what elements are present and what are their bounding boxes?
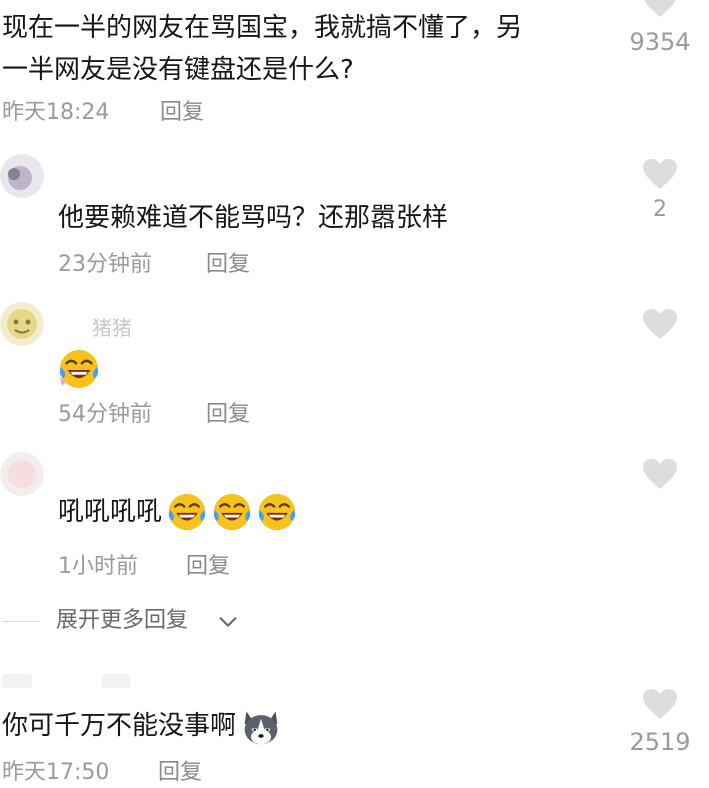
reply-button[interactable]: 回复 (186, 552, 230, 582)
reply-time: 23分钟前 (58, 252, 152, 277)
reply-time: 1小时前 (58, 554, 138, 579)
like-count: 2519 (629, 728, 691, 756)
comment-header-strip (2, 670, 132, 694)
avatar[interactable] (0, 302, 44, 346)
reply-button[interactable]: 回复 (206, 250, 250, 280)
comment-1: 现在一半的网友在骂国宝，我就搞不懂了，另 一半网友是没有键盘还是什么? 昨天18… (0, 0, 709, 135)
reply-3: 吼吼吼吼 1小时前 回复 (0, 452, 709, 592)
like-count: 2 (653, 197, 667, 222)
heart-icon[interactable] (642, 308, 678, 340)
expand-more-label[interactable]: 展开更多回复 (56, 606, 188, 636)
reply-button[interactable]: 回复 (160, 98, 204, 128)
heart-icon[interactable] (642, 458, 678, 490)
comment-content: 你可千万不能没事啊 (2, 706, 281, 750)
husky-dog-emoji-icon (244, 711, 278, 745)
reply-button[interactable]: 回复 (158, 758, 202, 788)
avatar[interactable] (0, 154, 44, 198)
reply-text: 吼吼吼吼 (58, 497, 163, 527)
reply-2: 猪猪 54分钟前 回复 (0, 300, 709, 440)
reply-1: 他要赖难道不能骂吗？还那嚣张样 23分钟前 回复 2 (0, 148, 709, 288)
comment-text: 你可千万不能没事啊 (2, 711, 237, 741)
comment-text-line1: 现在一半的网友在骂国宝，我就搞不懂了，另 (2, 13, 523, 43)
comment-time: 昨天18:24 (2, 100, 110, 125)
reply-text: 他要赖难道不能骂吗？还那嚣张样 (58, 203, 449, 233)
avatar[interactable] (0, 452, 44, 496)
laughing-crying-emoji-icon (259, 493, 296, 531)
heart-icon[interactable] (642, 688, 678, 720)
reply-time: 54分钟前 (58, 402, 152, 427)
reply-button[interactable]: 回复 (206, 400, 250, 430)
reply-content: 吼吼吼吼 (58, 492, 297, 536)
divider (2, 621, 40, 622)
heart-icon[interactable] (642, 0, 678, 18)
chevron-down-icon[interactable] (218, 612, 238, 632)
like-count: 9354 (629, 28, 691, 56)
expand-more-replies[interactable]: 展开更多回复 (0, 604, 709, 640)
comment-text-line2: 一半网友是没有键盘还是什么? (2, 55, 354, 85)
comment-time: 昨天17:50 (2, 760, 110, 785)
username[interactable]: 猪猪 (92, 312, 132, 341)
laughing-crying-emoji-icon (214, 493, 251, 531)
laughing-crying-emoji-icon (59, 349, 99, 389)
comment-2: 你可千万不能没事啊 昨天17:50 回复 2519 (0, 660, 709, 787)
heart-icon[interactable] (642, 158, 678, 190)
laughing-crying-emoji-icon (168, 493, 206, 531)
